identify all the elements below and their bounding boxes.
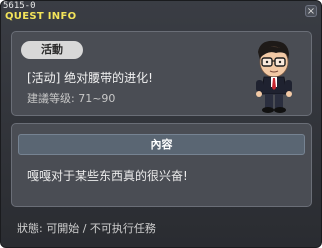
- quest-category-badge: 活動: [21, 41, 83, 59]
- content-header: 內容: [18, 134, 305, 155]
- quest-summary-panel: 活動 [活动] 绝对腰带的进化! 建議等级: 71~90: [11, 31, 312, 116]
- window-id: 5615-0: [3, 1, 36, 11]
- quest-title: [活动] 绝对腰带的进化!: [27, 71, 153, 85]
- quest-content-panel: 內容 嘎嘎对于某些东西真的很兴奋!: [11, 123, 312, 207]
- quest-recommended-level: 建議等级: 71~90: [27, 92, 116, 105]
- window-title: QUEST INFO: [5, 11, 77, 22]
- content-text: 嘎嘎对于某些东西真的很兴奋!: [27, 169, 188, 183]
- npc-character-icon: [256, 40, 292, 113]
- quest-status: 狀態: 可開始 / 不可执行任務: [17, 222, 156, 235]
- close-button[interactable]: ×: [305, 5, 317, 17]
- quest-info-window: 5615-0 QUEST INFO × 活動 [活动] 绝对腰带的进化! 建議等…: [0, 0, 322, 248]
